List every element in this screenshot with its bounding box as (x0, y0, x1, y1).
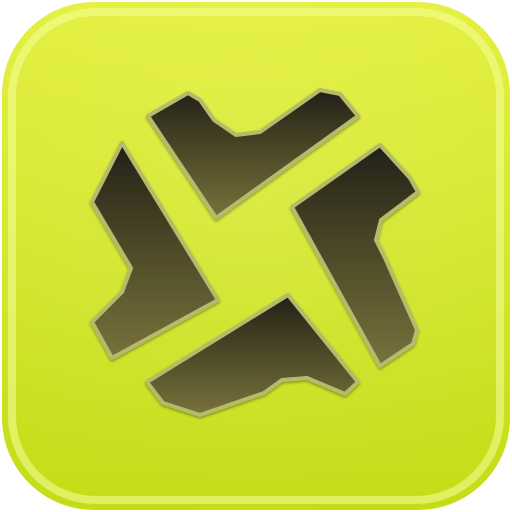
app-icon[interactable] (0, 0, 512, 512)
tile-glow (2, 2, 510, 510)
pinwheel-logo-icon (2, 2, 510, 510)
